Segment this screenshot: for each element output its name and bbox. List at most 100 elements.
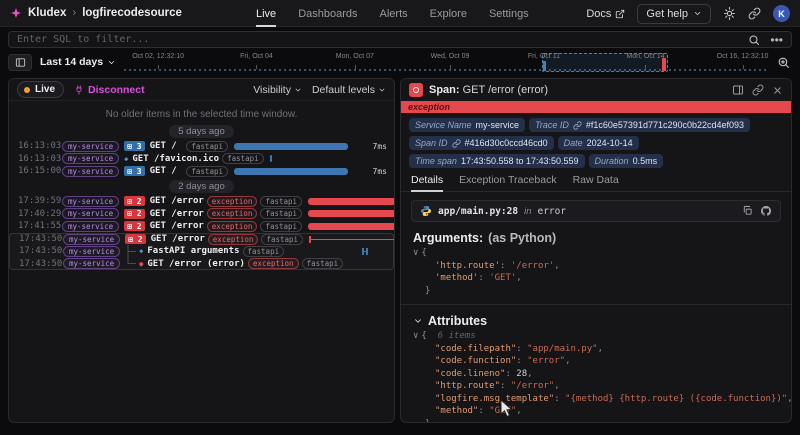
- row-title: GET /: [150, 166, 177, 176]
- copy-icon[interactable]: [742, 205, 753, 216]
- meta-pill-span-id: Span ID#416d30c0ccd46cd0: [409, 136, 554, 150]
- disconnect-button[interactable]: Disconnect: [74, 84, 145, 96]
- code-location-file[interactable]: app/main.py:28: [438, 206, 518, 217]
- duration-bar-track: [234, 168, 354, 175]
- timeline-tick-mark: [256, 65, 257, 69]
- span-children-badge[interactable]: ⊞ 2: [124, 209, 144, 219]
- list-item[interactable]: 17:43:50my-service⊞ 2GET /errorexception…: [9, 233, 394, 246]
- nav-tab-alerts[interactable]: Alerts: [380, 0, 408, 27]
- nav-tab-dashboards[interactable]: Dashboards: [298, 0, 357, 27]
- code-key: 'http.route': [435, 261, 500, 271]
- avatar[interactable]: K: [773, 5, 790, 22]
- duration-bar: [270, 155, 272, 162]
- duration-bar: [308, 223, 395, 230]
- search-icon[interactable]: [748, 34, 760, 46]
- empty-notice: No older items in the selected time wind…: [9, 101, 394, 123]
- collapse-chevron-icon[interactable]: ∨: [413, 247, 418, 260]
- list-item[interactable]: 16:13:03my-service⊞ 3GET /fastapi7ms: [9, 140, 394, 153]
- span-error-icon: [409, 83, 423, 97]
- code-key: "logfire.msg_template": [435, 394, 554, 404]
- tag-pill-fastapi: fastapi: [261, 234, 303, 245]
- chevron-down-icon: [378, 86, 386, 94]
- list-item[interactable]: 17:40:29my-service⊞ 2GET /errorexception…: [9, 207, 394, 220]
- meta-value: #416d30c0ccd46cd0: [465, 138, 548, 148]
- span-children-badge[interactable]: ⊞ 2: [124, 196, 144, 206]
- visibility-dropdown[interactable]: Visibility: [253, 84, 302, 96]
- service-pill: my-service: [62, 141, 119, 152]
- collapse-chevron-icon[interactable]: ∨: [413, 330, 418, 343]
- service-pill: my-service: [63, 234, 120, 245]
- timeline[interactable]: Oct 02, 12:32:10Fri, Oct 04Mon, Oct 07We…: [124, 52, 767, 72]
- span-children-badge[interactable]: ⊞ 3: [124, 166, 144, 176]
- duration-bar-track: [290, 248, 395, 255]
- tag-pill-fastapi: fastapi: [222, 153, 264, 164]
- duration-bar-track: [308, 223, 395, 230]
- code-line: ∨{: [413, 247, 779, 260]
- plug-icon: [74, 85, 84, 95]
- live-view-panel: Live Disconnect Visibility Default level…: [8, 78, 395, 423]
- detail-tabs: Details Exception Traceback Raw Data: [401, 172, 791, 192]
- tab-raw-data[interactable]: Raw Data: [573, 172, 619, 192]
- dock-panel-icon[interactable]: [732, 84, 744, 96]
- meta-label: Trace ID: [535, 120, 569, 130]
- tag-pill-fastapi: fastapi: [243, 246, 285, 257]
- breadcrumb-org[interactable]: Kludex: [28, 7, 66, 19]
- nav-tab-live[interactable]: Live: [256, 0, 276, 27]
- live-toggle-button[interactable]: Live: [17, 81, 64, 98]
- list-item[interactable]: 17:39:59my-service⊞ 2GET /errorexception…: [9, 195, 394, 208]
- list-item[interactable]: 16:15:00my-service⊞ 3GET /fastapi7ms: [9, 165, 394, 178]
- more-options-icon[interactable]: •••: [770, 36, 783, 44]
- tag-pill-fastapi: fastapi: [260, 196, 302, 207]
- span-children-badge[interactable]: ⊞ 2: [125, 234, 145, 244]
- tag-pill-exception: exception: [248, 258, 299, 269]
- attributes-heading[interactable]: Attributes: [413, 314, 779, 328]
- timeline-tick-label: Oct 16, 12:32:10: [717, 53, 769, 60]
- meta-pill-time-span: Time span17:43:50.558 to 17:43:50.559: [409, 154, 585, 168]
- sidebar-toggle-button[interactable]: [8, 54, 32, 71]
- breadcrumb-sep-icon: ›: [72, 7, 76, 19]
- timeline-activity-bar: [662, 58, 666, 71]
- meta-pill-service-name: Service Namemy-service: [409, 118, 525, 132]
- default-levels-dropdown[interactable]: Default levels: [312, 84, 386, 96]
- share-link-button[interactable]: [748, 7, 761, 20]
- time-group-pill: 5 days ago: [169, 125, 233, 138]
- nav-tab-settings[interactable]: Settings: [489, 0, 529, 27]
- list-item[interactable]: 17:43:50my-service◆FastAPI argumentsfast…: [9, 245, 394, 258]
- span-metadata: Service Namemy-service Trace ID#f1c60e573…: [401, 113, 791, 172]
- link-icon[interactable]: [752, 84, 764, 96]
- docs-link[interactable]: Docs: [586, 8, 625, 20]
- code-line: "http.route": "/error",: [413, 380, 779, 393]
- tab-details[interactable]: Details: [411, 172, 443, 192]
- chevron-down-icon: [413, 316, 423, 326]
- code-key: 'method': [435, 273, 478, 283]
- tree-connector-icon: [125, 257, 138, 270]
- list-item[interactable]: 17:41:55my-service⊞ 2GET /errorexception…: [9, 220, 394, 233]
- list-item[interactable]: 17:43:50my-service●GET /error (error)exc…: [9, 258, 394, 271]
- tab-exception-traceback[interactable]: Exception Traceback: [459, 172, 556, 192]
- code-line: }: [413, 418, 779, 424]
- timeline-tick-label: Fri, Oct 04: [240, 53, 273, 60]
- time-range-dropdown[interactable]: Last 14 days: [40, 56, 116, 68]
- span-detail-panel: Span: GET /error (error) exception Servi…: [400, 78, 792, 423]
- theme-toggle-button[interactable]: [723, 7, 736, 20]
- nav-tab-explore[interactable]: Explore: [430, 0, 467, 27]
- github-icon[interactable]: [760, 205, 772, 217]
- meta-label: Service Name: [415, 120, 472, 130]
- link-icon[interactable]: [452, 139, 461, 148]
- duration-bar-track: [308, 210, 395, 217]
- log-diamond-icon: ◆: [139, 247, 143, 255]
- code-line: "code.function": "error",: [413, 355, 779, 368]
- span-children-badge[interactable]: ⊞ 3: [124, 141, 144, 151]
- link-icon[interactable]: [573, 121, 582, 130]
- breadcrumb-project[interactable]: logfirecodesource: [82, 7, 182, 19]
- sql-filter-input[interactable]: [17, 34, 738, 45]
- meta-pill-trace-id: Trace ID#f1c60e57391d771c290c0b22cd4ef09…: [529, 118, 750, 132]
- span-children-badge[interactable]: ⊞ 2: [124, 221, 144, 231]
- meta-value: 17:43:50.558 to 17:43:50.559: [461, 156, 579, 166]
- list-item[interactable]: 16:13:03my-service◆GET /favicon.icofasta…: [9, 153, 394, 166]
- row-timestamp: 16:13:03: [18, 154, 62, 164]
- get-help-button[interactable]: Get help: [637, 4, 711, 24]
- close-icon[interactable]: [772, 85, 783, 96]
- duration-bar-track: [234, 143, 354, 150]
- zoom-to-selection-button[interactable]: [775, 54, 792, 71]
